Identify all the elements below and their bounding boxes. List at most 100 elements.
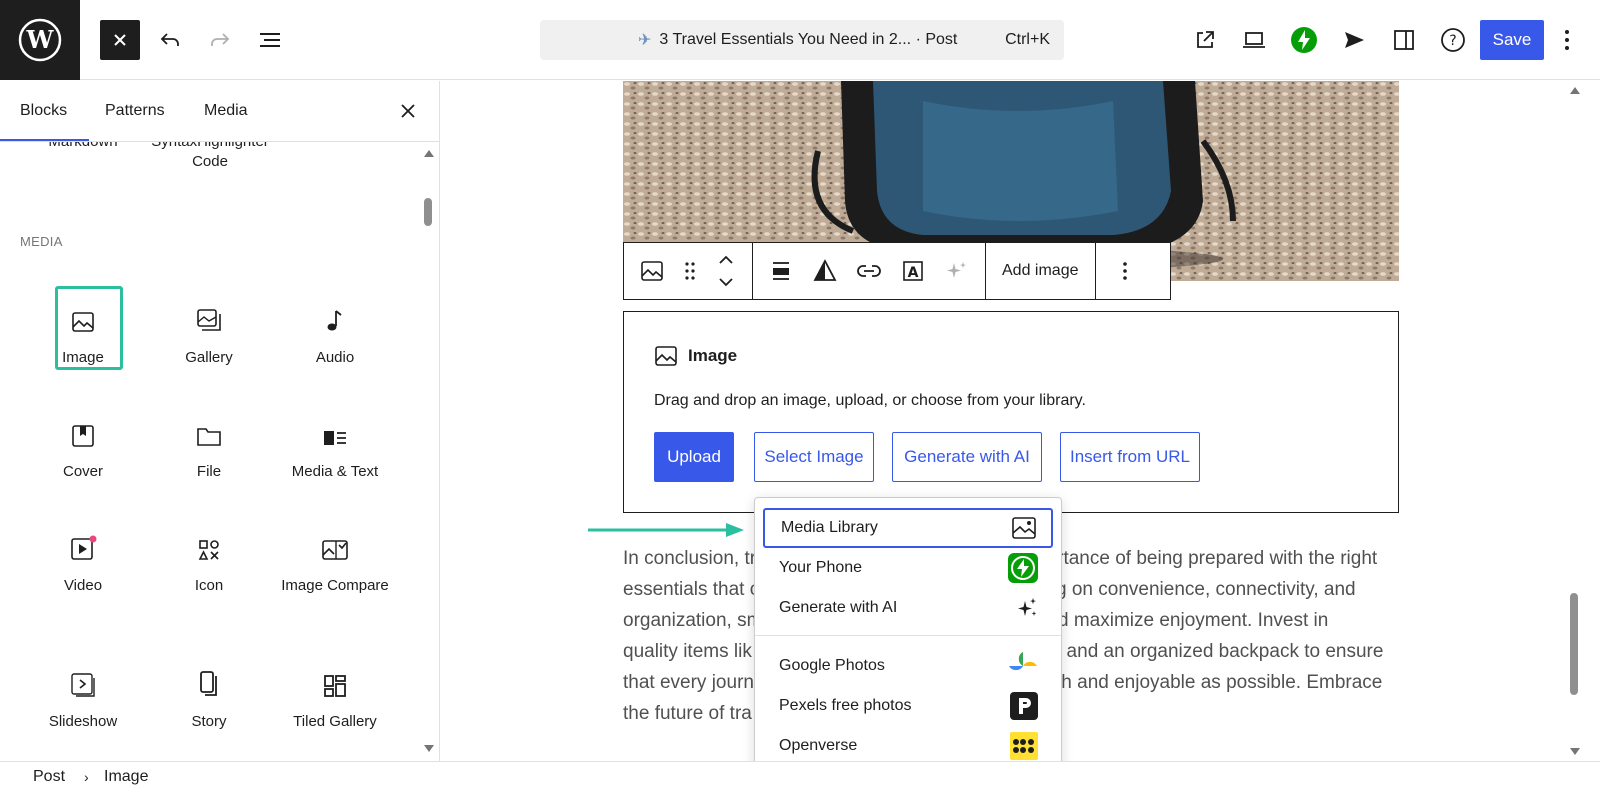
link-button[interactable]	[847, 243, 891, 299]
publish-send-button[interactable]	[1334, 20, 1374, 60]
paragraph-line: , and an organized backpack to ensure	[1056, 641, 1384, 662]
inserter-tabs: Blocks Patterns Media	[0, 81, 439, 142]
select-image-dropdown: Media Library Your Phone Generate with A…	[754, 497, 1062, 777]
laptop-icon	[1243, 32, 1265, 48]
drag-handle[interactable]	[674, 243, 706, 299]
tiled-gallery-icon	[324, 675, 346, 697]
media-text-icon	[324, 431, 346, 445]
upload-button[interactable]: Upload	[654, 432, 734, 482]
block-item-icon[interactable]: Icon	[150, 516, 268, 596]
jetpack-button[interactable]	[1284, 20, 1324, 60]
block-item-video[interactable]: Video	[24, 516, 142, 596]
video-icon	[71, 535, 97, 560]
sparkles-icon	[1018, 598, 1037, 616]
tab-blocks[interactable]: Blocks	[0, 81, 90, 141]
external-link-icon	[1197, 31, 1214, 48]
align-center-icon	[773, 262, 789, 280]
jetpack-icon	[1291, 27, 1317, 53]
block-item-cover[interactable]: Cover	[24, 402, 142, 482]
scrollbar-thumb[interactable]	[424, 198, 432, 226]
canvas-scrollbar[interactable]	[1566, 81, 1582, 761]
gallery-icon	[197, 309, 221, 331]
block-inserter-panel: Blocks Patterns Media Markdown SyntaxHig…	[0, 81, 440, 761]
document-overview-button[interactable]	[250, 20, 290, 60]
menu-item-generate-with-ai[interactable]: Generate with AI	[763, 588, 1053, 628]
tab-media[interactable]: Media	[204, 81, 248, 141]
paragraph-line: th and enjoyable as possible. Embrace	[1056, 672, 1383, 693]
align-button[interactable]	[759, 243, 803, 299]
section-label-media: MEDIA	[20, 234, 63, 249]
breadcrumb-item-image[interactable]: Image	[104, 768, 148, 786]
wordpress-icon: W	[18, 18, 62, 62]
block-item-syntaxhighlighter[interactable]: SyntaxHighlighter Code	[150, 142, 270, 172]
block-item-file[interactable]: File	[150, 402, 268, 482]
block-item-slideshow[interactable]: Slideshow	[24, 652, 142, 732]
block-item-image[interactable]: Image	[24, 286, 142, 370]
vertical-ellipsis-icon	[1565, 30, 1569, 50]
block-item-markdown[interactable]: Markdown	[24, 142, 142, 152]
paragraph-line: d maximize enjoyment. Invest in	[1058, 610, 1329, 631]
view-post-button[interactable]	[1185, 20, 1225, 60]
block-type-button[interactable]	[630, 243, 674, 299]
help-button[interactable]: ?	[1433, 20, 1473, 60]
undo-button[interactable]	[150, 20, 190, 60]
scrollbar-thumb[interactable]	[1570, 593, 1578, 695]
svg-text:A: A	[908, 265, 919, 281]
block-item-audio[interactable]: Audio	[276, 288, 394, 368]
menu-separator	[755, 635, 1061, 636]
scroll-down-icon	[1570, 748, 1580, 755]
menu-item-openverse[interactable]: Openverse	[763, 726, 1053, 766]
openverse-icon	[1010, 732, 1038, 760]
link-icon	[857, 265, 881, 277]
settings-sidebar-button[interactable]	[1384, 20, 1424, 60]
cover-icon	[72, 425, 94, 447]
wordpress-logo-button[interactable]: W	[0, 0, 80, 80]
block-item-image-compare[interactable]: Image Compare	[276, 516, 394, 596]
paragraph-line: In conclusion, tr	[623, 548, 757, 569]
breadcrumb-item-post[interactable]: Post	[33, 768, 65, 786]
image-icon	[655, 346, 677, 366]
breadcrumb: Post › Image	[0, 761, 1600, 791]
tab-patterns[interactable]: Patterns	[105, 81, 165, 141]
audio-icon	[327, 310, 342, 331]
close-panel-button[interactable]	[394, 97, 422, 125]
placeholder-title: Image	[688, 346, 738, 365]
duotone-button[interactable]	[803, 243, 847, 299]
paragraph-line: quality items lik	[623, 641, 752, 662]
google-photos-icon	[1009, 652, 1037, 671]
generate-with-ai-button[interactable]: Generate with AI	[892, 432, 1042, 482]
keyboard-shortcut: Ctrl+K	[1005, 31, 1050, 48]
chevron-right-icon: ›	[84, 769, 89, 785]
menu-item-google-photos[interactable]: Google Photos	[763, 646, 1053, 686]
menu-item-pexels[interactable]: Pexels free photos	[763, 686, 1053, 726]
insert-from-url-button[interactable]: Insert from URL	[1060, 432, 1200, 482]
block-toolbar: A Add image	[623, 242, 1171, 300]
command-palette-bar[interactable]: ✈ 3 Travel Essentials You Need in 2... ·…	[540, 20, 1064, 60]
list-view-icon	[260, 33, 280, 47]
text-overlay-button[interactable]: A	[891, 243, 935, 299]
paragraph-line: essentials that c	[623, 579, 760, 600]
blocks-scrollbar[interactable]	[422, 142, 438, 761]
redo-button[interactable]	[200, 20, 240, 60]
menu-item-media-library[interactable]: Media Library	[763, 508, 1053, 548]
scroll-up-icon	[1570, 87, 1580, 94]
close-inserter-button[interactable]	[100, 20, 140, 60]
editor-header: W ✈ 3 Travel Essentials You Need in 2...…	[0, 0, 1600, 80]
select-image-button[interactable]: Select Image	[754, 432, 874, 482]
add-image-button[interactable]: Add image	[992, 262, 1089, 280]
menu-item-your-phone[interactable]: Your Phone	[763, 548, 1053, 588]
sidebar-toggle-icon	[1394, 30, 1414, 50]
block-item-tiled-gallery[interactable]: Tiled Gallery	[276, 652, 394, 732]
move-block-button[interactable]	[706, 243, 746, 299]
airplane-icon: ✈	[638, 32, 652, 49]
block-item-gallery[interactable]: Gallery	[150, 288, 268, 368]
ai-button[interactable]	[935, 243, 979, 299]
preview-button[interactable]	[1234, 20, 1274, 60]
block-item-story[interactable]: Story	[150, 652, 268, 732]
options-menu-button[interactable]	[1552, 20, 1582, 60]
duotone-icon	[813, 259, 837, 281]
block-options-button[interactable]	[1102, 243, 1148, 299]
block-item-media-text[interactable]: Media & Text	[276, 402, 394, 482]
shapes-icon	[198, 540, 219, 560]
save-button[interactable]: Save	[1480, 20, 1544, 60]
